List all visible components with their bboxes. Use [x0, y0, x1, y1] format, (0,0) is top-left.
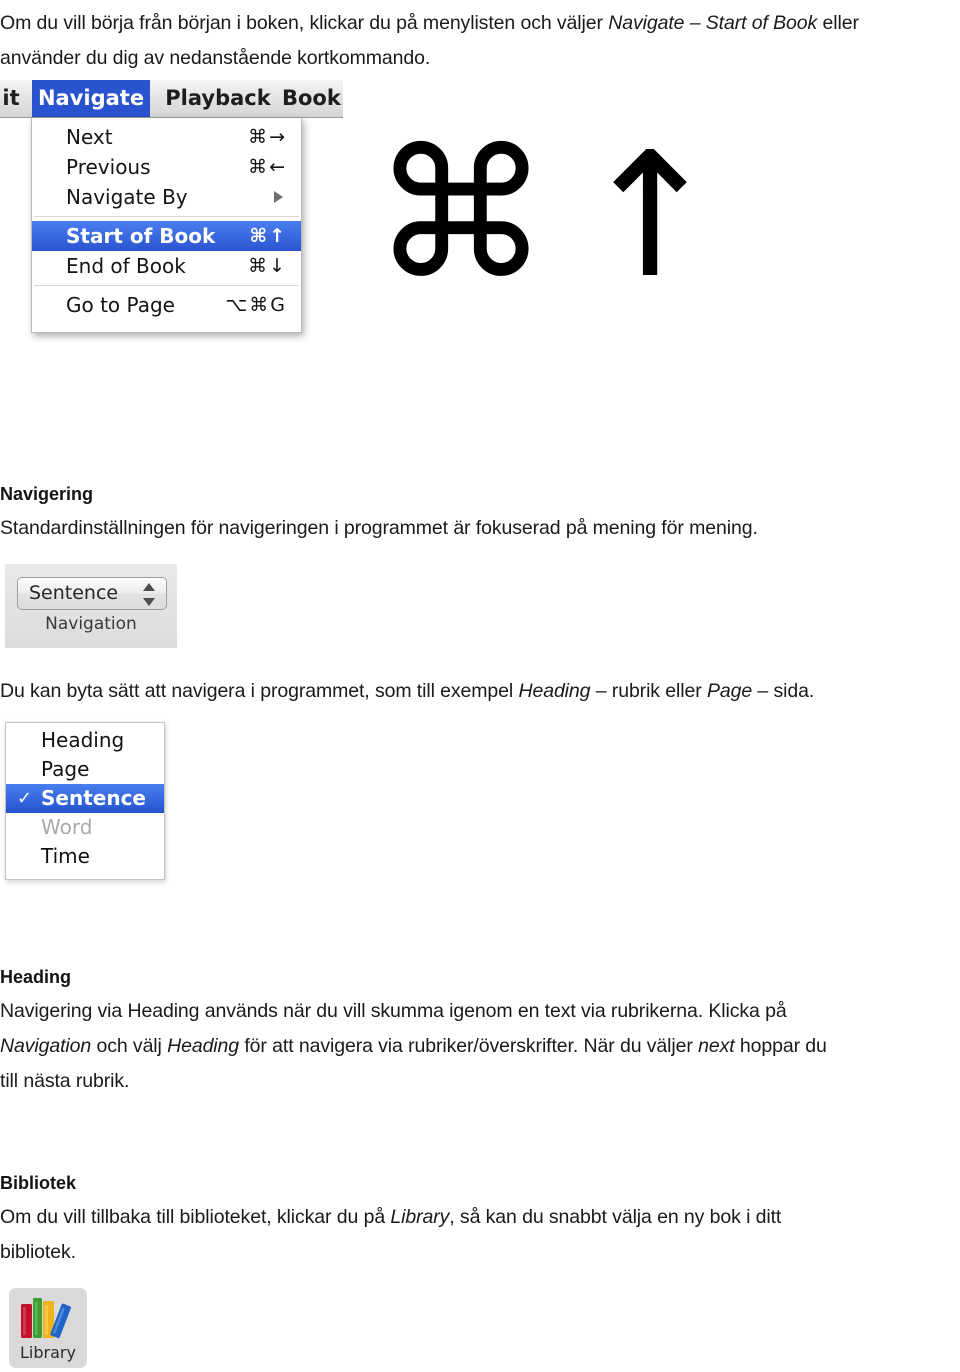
intro-line1-emphasis: Navigate – Start of Book — [608, 12, 818, 34]
intro-paragraph: Om du vill börja från början i boken, kl… — [0, 6, 944, 41]
navigate-by-item-time-label: Time — [41, 844, 90, 868]
menu-item-end-of-book-label: End of Book — [66, 254, 186, 278]
navigering-paragraph: Standardinställningen för navigeringen i… — [0, 517, 758, 539]
menu-item-end-of-book-shortcut: ⌘↓ — [248, 255, 287, 277]
navigate-by-item-page[interactable]: Page — [6, 755, 164, 784]
library-button-caption: Library — [20, 1343, 76, 1362]
menubar-item-edit[interactable]: it — [0, 80, 32, 117]
up-arrow-key-icon: ↑ — [578, 115, 723, 316]
books-icon — [21, 1298, 71, 1339]
heading-p-text-c: hoppar du — [734, 1035, 827, 1057]
command-key-icon: ⌘ — [372, 111, 550, 318]
menubar-item-book[interactable]: Book — [282, 80, 352, 117]
navigate-by-item-sentence[interactable]: ✓ Sentence — [6, 784, 164, 813]
heading-navigering: Navigering — [0, 484, 94, 504]
navigate-by-item-sentence-label: Sentence — [41, 786, 146, 810]
menu-separator-2 — [34, 285, 299, 286]
navigate-by-item-word-label: Word — [41, 815, 93, 839]
intro-line2-text: använder du dig av nedanstående kortkomm… — [0, 47, 431, 69]
menu-item-end-of-book[interactable]: End of Book ⌘↓ — [32, 251, 301, 281]
navigate-by-list-screenshot: Heading Page ✓ Sentence Word Time — [5, 722, 165, 880]
submenu-arrow-icon — [274, 191, 283, 203]
navigation-popup-button[interactable]: Sentence — [17, 577, 167, 610]
heading-paragraph-line1: Navigering via Heading används när du vi… — [0, 1000, 787, 1022]
navigering-paragraph-2: Du kan byta sätt att navigera i programm… — [0, 674, 944, 709]
heading-p-text-b: för att navigera via rubriker/överskrift… — [239, 1035, 699, 1057]
menu-item-navigate-by-label: Navigate By — [66, 185, 188, 209]
stepper-up-arrow-icon — [143, 583, 155, 591]
heading-p-emphasis-next: next — [698, 1035, 735, 1057]
menu-item-next-label: Next — [66, 125, 113, 149]
menu-item-previous[interactable]: Previous ⌘← — [32, 152, 301, 182]
heading-heading: Heading — [0, 967, 72, 987]
intro-line1-text-b: eller — [817, 12, 859, 34]
heading-p-text-a: och välj — [91, 1035, 168, 1057]
navigate-menu-screenshot: it Navigate Playback Book Next ⌘→ Previo… — [0, 80, 345, 370]
heading-p-emphasis-navigation: Navigation — [0, 1035, 92, 1057]
menu-bar: it Navigate Playback Book — [0, 80, 343, 118]
checkmark-icon: ✓ — [17, 788, 33, 809]
navigation-popup-caption: Navigation — [45, 614, 137, 634]
menu-item-navigate-by[interactable]: Navigate By — [32, 182, 301, 212]
menu-item-next-shortcut: ⌘→ — [248, 126, 287, 148]
menu-item-next[interactable]: Next ⌘→ — [32, 122, 301, 152]
intro-line1-text-a: Om du vill börja från början i boken, kl… — [0, 12, 609, 34]
navigate-dropdown-panel: Next ⌘→ Previous ⌘← Navigate By Start of… — [31, 118, 302, 333]
heading-paragraph-line2: Navigation och välj Heading för att navi… — [0, 1029, 944, 1064]
heading-p-emphasis-heading: Heading — [167, 1035, 240, 1057]
bibliotek-paragraph-line2: bibliotek. — [0, 1241, 76, 1263]
navigate-by-item-time[interactable]: Time — [6, 842, 164, 871]
menubar-item-navigate[interactable]: Navigate — [32, 80, 150, 117]
library-button-screenshot[interactable]: Library — [9, 1288, 87, 1368]
heading-bibliotek: Bibliotek — [0, 1173, 77, 1193]
menu-item-previous-shortcut: ⌘← — [248, 156, 287, 178]
stepper-icon[interactable] — [142, 583, 156, 606]
nav-p2-emphasis-page: Page — [706, 680, 753, 702]
nav-p2-emphasis-heading: Heading — [518, 680, 591, 702]
menu-item-go-to-page[interactable]: Go to Page ⌥⌘G — [32, 290, 301, 320]
stepper-down-arrow-icon — [143, 598, 155, 606]
nav-p2-text-a: Du kan byta sätt att navigera i programm… — [0, 680, 519, 702]
bibliotek-paragraph-line1: Om du vill tillbaka till biblioteket, kl… — [0, 1200, 944, 1235]
menu-item-start-of-book[interactable]: Start of Book ⌘↑ — [32, 221, 301, 251]
heading-paragraph-line3: till nästa rubrik. — [0, 1070, 130, 1092]
menu-item-previous-label: Previous — [66, 155, 151, 179]
menu-item-go-to-page-label: Go to Page — [66, 293, 175, 317]
navigate-by-item-heading[interactable]: Heading — [6, 726, 164, 755]
menubar-item-playback[interactable]: Playback — [158, 80, 278, 117]
menu-item-go-to-page-shortcut: ⌥⌘G — [225, 294, 287, 316]
bibliotek-emphasis-library: Library — [390, 1206, 450, 1228]
navigation-popup-value: Sentence — [29, 582, 119, 604]
bibliotek-text-a: Om du vill tillbaka till biblioteket, kl… — [0, 1206, 391, 1228]
nav-p2-text-c: – sida. — [752, 680, 815, 702]
navigate-by-item-heading-label: Heading — [41, 728, 125, 752]
menu-separator-1 — [34, 216, 299, 217]
nav-p2-text-b: – rubrik eller — [590, 680, 707, 702]
navigation-popup-button-screenshot: Sentence Navigation — [5, 564, 177, 648]
menu-item-start-of-book-label: Start of Book — [66, 224, 216, 248]
navigate-by-item-page-label: Page — [41, 757, 90, 781]
navigate-by-item-word: Word — [6, 813, 164, 842]
bibliotek-text-b: , så kan du snabbt välja en ny bok i dit… — [449, 1206, 782, 1228]
menu-item-start-of-book-shortcut: ⌘↑ — [249, 225, 287, 247]
intro-paragraph-line2: använder du dig av nedanstående kortkomm… — [0, 41, 944, 76]
